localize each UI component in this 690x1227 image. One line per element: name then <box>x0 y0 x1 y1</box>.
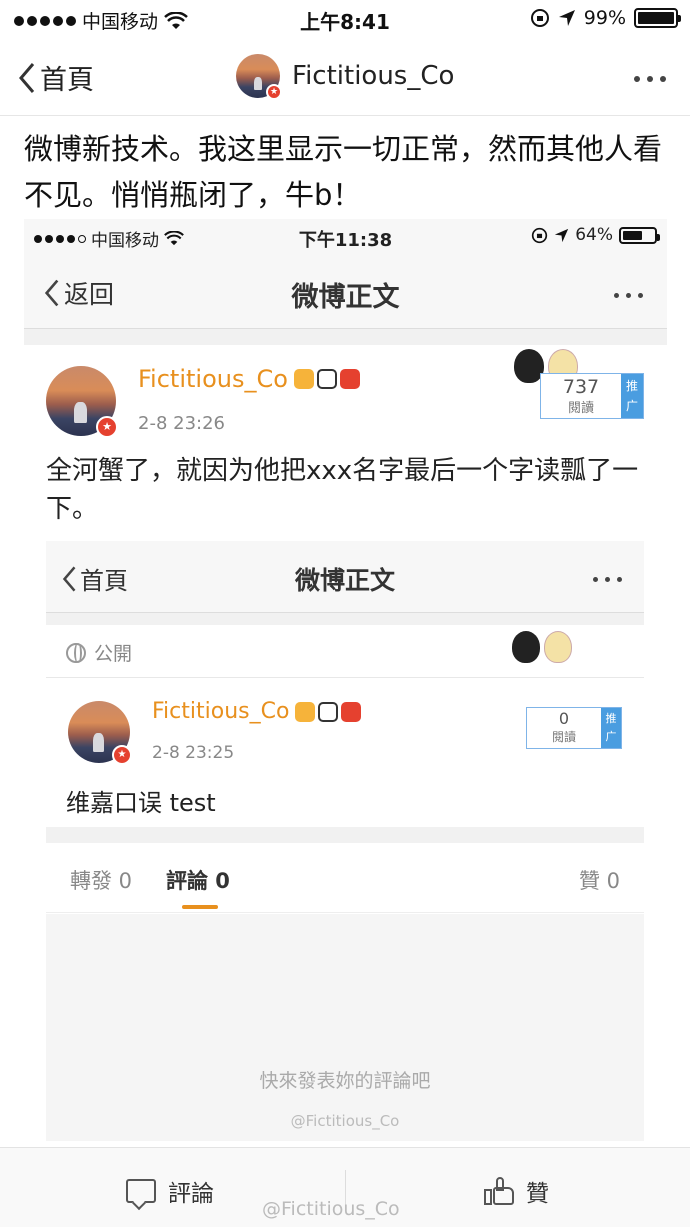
panda-icon <box>318 701 339 722</box>
promote-button[interactable]: 推广 <box>601 708 621 748</box>
inner-nav-title: 微博正文 <box>291 282 400 313</box>
author-name[interactable]: Fictitious_Co <box>152 699 289 724</box>
nav-title-group[interactable]: ★ Fictitious_Co <box>236 54 455 100</box>
author-name[interactable]: Fictitious_Co <box>138 365 288 393</box>
promote-button[interactable]: 推广 <box>621 374 643 418</box>
tab-comment[interactable]: 評論 0 <box>166 865 230 895</box>
nested-screenshot: 首頁 微博正文 公開 ★ Fictitious_Co 2-8 23:25 0 閱… <box>46 541 644 1141</box>
back-label: 首頁 <box>40 65 94 96</box>
read-count-box[interactable]: 0 閱讀 推广 <box>526 707 622 749</box>
nested-more-icon[interactable] <box>593 577 622 582</box>
comment-button[interactable]: 評論 <box>126 1174 214 1208</box>
manga-sticker <box>512 631 572 663</box>
location-icon <box>558 10 575 26</box>
more-icon[interactable] <box>634 76 666 82</box>
back-chevron-icon <box>19 62 35 93</box>
inner-rotation-lock-icon <box>532 227 548 243</box>
comment-label: 評論 <box>168 1181 214 1207</box>
watermark: @Fictitious_Co <box>262 1198 400 1220</box>
visibility-row: 公開 <box>66 639 132 666</box>
read-count: 737 <box>562 376 600 398</box>
top-nav: 首頁 ★ Fictitious_Co <box>0 40 690 116</box>
read-label: 閱讀 <box>551 730 576 744</box>
read-count-block: 737 閱讀 <box>541 374 621 418</box>
globe-icon <box>66 642 86 663</box>
tab-like[interactable]: 贊 0 <box>579 865 620 895</box>
tab-repost[interactable]: 轉發 0 <box>70 865 132 895</box>
inner-status-bar: 中国移动 下午11:38 64% <box>24 219 667 255</box>
author-name-row: Fictitious_Co <box>138 365 360 393</box>
empty-comment-hint: 快來發表妳的評論吧 <box>259 1070 431 1092</box>
author-name-row: Fictitious_Co <box>152 699 362 724</box>
like-icon <box>484 1177 514 1205</box>
red-envelope-icon <box>339 369 360 389</box>
post-body: 全河蟹了，就因为他把xxx名字最后一个字读瓢了一下。 <box>46 456 639 524</box>
read-count: 0 <box>558 709 570 728</box>
inner-battery-percent: 64% <box>575 225 613 245</box>
nested-nav-title: 微博正文 <box>294 566 395 595</box>
comments-empty-area: 快來發表妳的評論吧 @Fictitious_Co <box>46 914 644 1141</box>
rotation-lock-icon <box>530 9 549 27</box>
post-text: 微博新技术。我这里显示一切正常，然而其他人看不见。悄悄瓶闭了，牛b！ <box>24 132 663 212</box>
inner-nav: 返回 微博正文 <box>24 255 667 329</box>
author-avatar[interactable]: ★ <box>46 366 118 438</box>
section-gap <box>46 613 644 625</box>
panda-icon <box>316 369 337 389</box>
avatar: ★ <box>236 54 282 100</box>
section-gap <box>24 329 667 345</box>
author-avatar[interactable]: ★ <box>68 701 132 765</box>
back-button[interactable]: 首頁 <box>18 58 94 97</box>
embedded-screenshot: 中国移动 下午11:38 64% 返回 微博正文 ★ Fictitious_Co… <box>24 219 667 1179</box>
like-button[interactable]: 贊 <box>484 1174 549 1208</box>
emoji-face-icon <box>293 369 314 389</box>
status-right: 99% <box>530 7 681 29</box>
status-bar: 中国移动 上午8:41 99% <box>0 0 690 40</box>
active-tab-underline <box>182 905 218 909</box>
post-date: 2-8 23:26 <box>138 413 225 434</box>
emoji-face-icon <box>295 701 316 722</box>
visibility-label: 公開 <box>94 643 133 665</box>
battery-icon <box>634 8 681 28</box>
tab-bar: 轉發 0 評論 0 贊 0 <box>46 843 644 913</box>
battery-percent: 99% <box>583 7 626 29</box>
red-envelope-icon <box>341 701 362 722</box>
comment-icon <box>126 1179 156 1203</box>
post-body: 维嘉口误 test <box>66 789 216 817</box>
inner-battery-icon <box>619 226 660 244</box>
inner-more-icon[interactable] <box>614 293 643 298</box>
section-gap <box>46 827 644 843</box>
read-count-box[interactable]: 737 閱讀 推广 <box>540 373 644 419</box>
read-label: 閱讀 <box>567 401 594 416</box>
nested-nav: 首頁 微博正文 <box>46 541 644 613</box>
page-title: Fictitious_Co <box>292 61 455 91</box>
watermark: @Fictitious_Co <box>290 1112 400 1130</box>
read-count-block: 0 閱讀 <box>527 708 601 748</box>
bottom-toolbar: 評論 贊 @Fictitious_Co <box>0 1147 690 1227</box>
like-label: 贊 <box>526 1181 549 1207</box>
divider <box>46 677 644 678</box>
post-date: 2-8 23:25 <box>152 743 235 763</box>
inner-status-right: 64% <box>531 225 660 245</box>
inner-location-icon <box>555 228 569 242</box>
